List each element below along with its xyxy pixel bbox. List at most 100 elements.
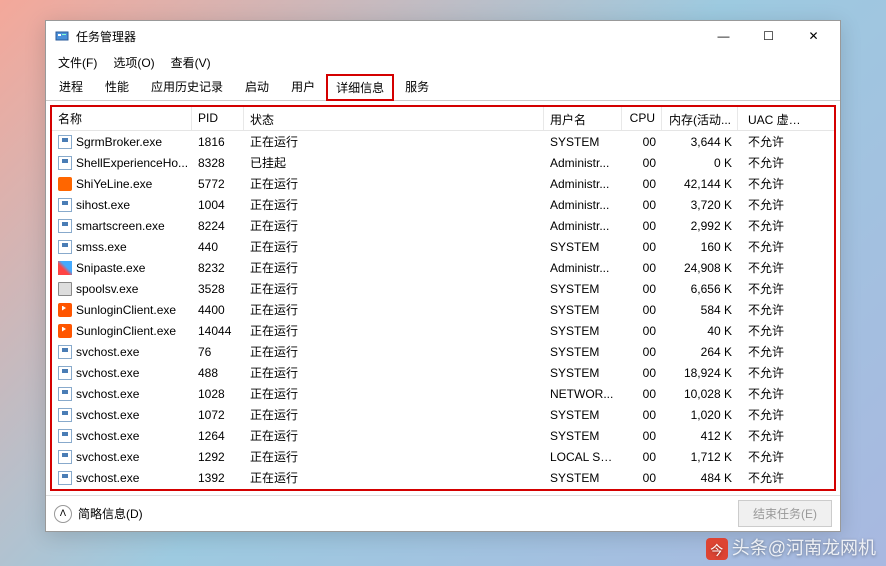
process-name: Snipaste.exe xyxy=(76,261,145,275)
footer: ᐱ 简略信息(D) 结束任务(E) xyxy=(46,495,840,531)
column-memory[interactable]: 内存(活动... xyxy=(662,107,738,130)
cell-user: Administr... xyxy=(544,196,622,214)
tab-performance[interactable]: 性能 xyxy=(94,72,140,101)
cell-cpu: 00 xyxy=(622,301,662,319)
cell-status: 正在运行 xyxy=(244,467,544,488)
cell-uac: 不允许 xyxy=(738,341,818,362)
process-name: SgrmBroker.exe xyxy=(76,135,162,149)
column-cpu[interactable]: CPU xyxy=(622,107,662,130)
cell-pid: 5772 xyxy=(192,175,244,193)
table-row[interactable]: SunloginClient.exe14044正在运行SYSTEM0040 K不… xyxy=(52,320,834,341)
process-icon xyxy=(58,450,72,464)
cell-cpu: 00 xyxy=(622,385,662,403)
cell-user: Administr... xyxy=(544,259,622,277)
cell-memory: 0 K xyxy=(662,154,738,172)
process-name: svchost.exe xyxy=(76,450,139,464)
tab-startup[interactable]: 启动 xyxy=(234,72,280,101)
column-pid[interactable]: PID xyxy=(192,107,244,130)
cell-status: 正在运行 xyxy=(244,404,544,425)
cell-uac: 不允许 xyxy=(738,131,818,152)
process-name: ShiYeLine.exe xyxy=(76,177,152,191)
table-row[interactable]: spoolsv.exe3528正在运行SYSTEM006,656 K不允许 xyxy=(52,278,834,299)
cell-name: ShiYeLine.exe xyxy=(52,175,192,193)
table-row[interactable]: ShellExperienceHo...8328已挂起Administr...0… xyxy=(52,152,834,173)
process-name: SunloginClient.exe xyxy=(76,303,176,317)
cell-name: svchost.exe xyxy=(52,448,192,466)
cell-status: 正在运行 xyxy=(244,215,544,236)
cell-cpu: 00 xyxy=(622,364,662,382)
table-row[interactable]: svchost.exe1292正在运行LOCAL SE...001,712 K不… xyxy=(52,446,834,467)
cell-name: svchost.exe xyxy=(52,406,192,424)
window-title: 任务管理器 xyxy=(76,28,701,45)
cell-status: 正在运行 xyxy=(244,278,544,299)
process-icon xyxy=(58,387,72,401)
cell-uac: 不允许 xyxy=(738,215,818,236)
process-name: SunloginClient.exe xyxy=(76,324,176,338)
cell-pid: 14044 xyxy=(192,322,244,340)
cell-name: spoolsv.exe xyxy=(52,280,192,298)
cell-name: svchost.exe xyxy=(52,364,192,382)
table-row[interactable]: ShiYeLine.exe5772正在运行Administr...0042,14… xyxy=(52,173,834,194)
watermark-logo-icon: 今 xyxy=(706,538,728,560)
cell-memory: 2,992 K xyxy=(662,217,738,235)
table-row[interactable]: svchost.exe1028正在运行NETWOR...0010,028 K不允… xyxy=(52,383,834,404)
table-body[interactable]: SgrmBroker.exe1816正在运行SYSTEM003,644 K不允许… xyxy=(52,131,834,489)
tab-processes[interactable]: 进程 xyxy=(48,72,94,101)
window-controls: — ☐ ✕ xyxy=(701,21,836,51)
close-button[interactable]: ✕ xyxy=(791,21,836,51)
cell-user: SYSTEM xyxy=(544,364,622,382)
column-name[interactable]: 名称 xyxy=(52,107,192,130)
cell-uac: 不允许 xyxy=(738,446,818,467)
table-header: 名称 PID 状态 用户名 CPU 内存(活动... UAC 虚拟化 xyxy=(52,107,834,131)
tab-details[interactable]: 详细信息 xyxy=(326,74,394,101)
menu-options[interactable]: 选项(O) xyxy=(105,52,162,73)
cell-name: svchost.exe xyxy=(52,427,192,445)
table-row[interactable]: svchost.exe1392正在运行SYSTEM00484 K不允许 xyxy=(52,467,834,488)
cell-user: NETWOR... xyxy=(544,385,622,403)
table-row[interactable]: sihost.exe1004正在运行Administr...003,720 K不… xyxy=(52,194,834,215)
end-task-button[interactable]: 结束任务(E) xyxy=(738,500,832,527)
table-row[interactable]: Snipaste.exe8232正在运行Administr...0024,908… xyxy=(52,257,834,278)
cell-status: 正在运行 xyxy=(244,173,544,194)
column-status[interactable]: 状态 xyxy=(244,107,544,130)
fewer-details-label: 简略信息(D) xyxy=(78,505,143,522)
fewer-details-toggle[interactable]: ᐱ 简略信息(D) xyxy=(54,505,143,523)
cell-user: SYSTEM xyxy=(544,280,622,298)
table-row[interactable]: svchost.exe488正在运行SYSTEM0018,924 K不允许 xyxy=(52,362,834,383)
minimize-button[interactable]: — xyxy=(701,21,746,51)
cell-status: 正在运行 xyxy=(244,446,544,467)
cell-user: Administr... xyxy=(544,175,622,193)
tab-users[interactable]: 用户 xyxy=(280,72,326,101)
process-name: svchost.exe xyxy=(76,387,139,401)
table-row[interactable]: smss.exe440正在运行SYSTEM00160 K不允许 xyxy=(52,236,834,257)
cell-status: 已挂起 xyxy=(244,152,544,173)
cell-status: 正在运行 xyxy=(244,299,544,320)
titlebar[interactable]: 任务管理器 — ☐ ✕ xyxy=(46,21,840,51)
cell-cpu: 00 xyxy=(622,343,662,361)
cell-uac: 不允许 xyxy=(738,383,818,404)
tab-app-history[interactable]: 应用历史记录 xyxy=(140,72,234,101)
process-name: svchost.exe xyxy=(76,471,139,485)
table-row[interactable]: svchost.exe1264正在运行SYSTEM00412 K不允许 xyxy=(52,425,834,446)
cell-uac: 不允许 xyxy=(738,257,818,278)
tab-services[interactable]: 服务 xyxy=(394,72,440,101)
cell-cpu: 00 xyxy=(622,175,662,193)
cell-pid: 1028 xyxy=(192,385,244,403)
table-row[interactable]: SgrmBroker.exe1816正在运行SYSTEM003,644 K不允许 xyxy=(52,131,834,152)
menu-file[interactable]: 文件(F) xyxy=(50,52,105,73)
cell-cpu: 00 xyxy=(622,238,662,256)
menu-view[interactable]: 查看(V) xyxy=(163,52,219,73)
column-user[interactable]: 用户名 xyxy=(544,107,622,130)
process-icon xyxy=(58,198,72,212)
maximize-button[interactable]: ☐ xyxy=(746,21,791,51)
table-row[interactable]: svchost.exe76正在运行SYSTEM00264 K不允许 xyxy=(52,341,834,362)
table-row[interactable]: svchost.exe1072正在运行SYSTEM001,020 K不允许 xyxy=(52,404,834,425)
table-row[interactable]: SunloginClient.exe4400正在运行SYSTEM00584 K不… xyxy=(52,299,834,320)
process-icon xyxy=(58,366,72,380)
cell-uac: 不允许 xyxy=(738,320,818,341)
cell-cpu: 00 xyxy=(622,217,662,235)
column-uac[interactable]: UAC 虚拟化 xyxy=(738,107,818,130)
cell-cpu: 00 xyxy=(622,427,662,445)
table-row[interactable]: smartscreen.exe8224正在运行Administr...002,9… xyxy=(52,215,834,236)
process-name: svchost.exe xyxy=(76,429,139,443)
